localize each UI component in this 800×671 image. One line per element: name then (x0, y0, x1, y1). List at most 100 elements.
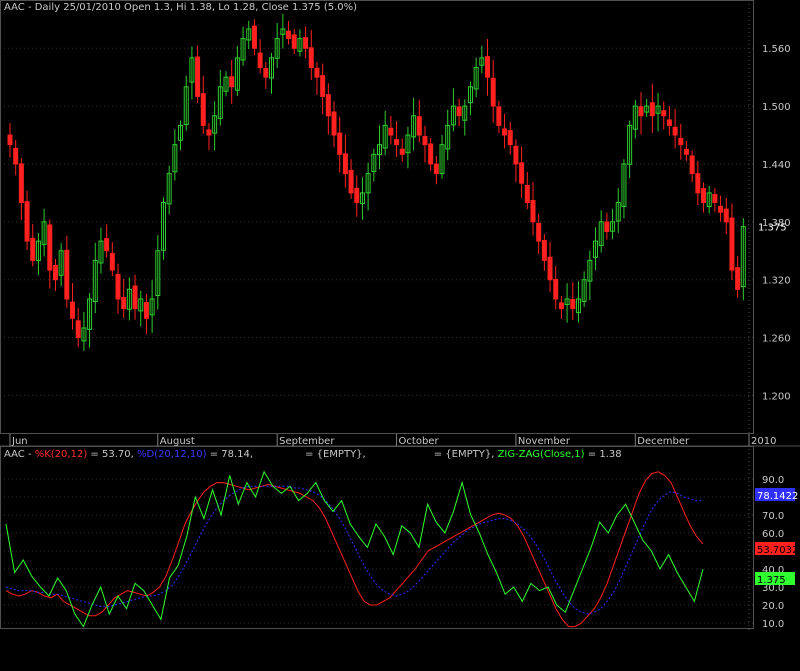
price-y-tick-label: 1.500 (762, 102, 791, 113)
candle-body (399, 148, 405, 155)
candle-body (519, 162, 525, 184)
candle-body (638, 106, 644, 117)
x-axis-label: 2010 (751, 436, 776, 447)
candle-body (115, 273, 121, 300)
candle-body (348, 169, 354, 194)
zigzag-value-badge-text: 1.375 (757, 575, 786, 586)
legend-k-value: = 53.70, (87, 449, 137, 460)
candle-body (342, 153, 348, 175)
candle-body (143, 302, 149, 319)
candle-body (30, 237, 36, 261)
candle-body (303, 37, 309, 49)
indicator-legend: AAC - %K(20,12) = 53.70, %D(20,12,10) = … (4, 449, 622, 460)
indicator-y-tick-label: 60.0 (762, 529, 784, 540)
candle-body (496, 106, 502, 126)
candle-body (502, 128, 508, 136)
price-y-tick-label: 1.260 (762, 334, 791, 345)
candle-body (558, 302, 564, 310)
legend-k-name: %K(20,12) (34, 449, 88, 460)
candle-body (13, 147, 19, 165)
indicator-y-tick-label: 10.0 (762, 619, 784, 630)
candle-body (308, 47, 314, 69)
candle-body (337, 132, 343, 155)
x-axis-label: Jun (11, 436, 28, 447)
candle-body (195, 56, 201, 97)
legend-empty-1: = {EMPTY}, (305, 449, 366, 460)
candle-body (394, 139, 400, 146)
candle-body (729, 217, 735, 271)
indicator-panel-frame (0, 446, 754, 629)
candle-body (251, 25, 257, 49)
candle-body (263, 67, 269, 78)
candle-body (678, 137, 684, 146)
candle-body (206, 129, 212, 136)
candle-body (723, 208, 729, 223)
candle-body (541, 239, 547, 261)
candle-body (536, 222, 542, 242)
candle-body (666, 119, 672, 126)
candle-body (52, 265, 58, 281)
x-axis-label: September (279, 436, 335, 447)
candle-body (485, 56, 491, 78)
candle-body (689, 155, 695, 175)
candle-body (64, 249, 70, 300)
candle-body (229, 76, 235, 88)
indicator-y-tick-label: 20.0 (762, 601, 784, 612)
candle-body (200, 93, 206, 126)
candle-body (490, 77, 496, 107)
candle-body (47, 224, 53, 271)
candle-body (661, 110, 667, 117)
x-axis-label: December (637, 436, 690, 447)
price-y-tick-label: 1.560 (762, 44, 791, 55)
x-axis-label: October (399, 436, 440, 447)
candle-body (70, 301, 76, 319)
legend-d-name: %D(20,12,10) (136, 449, 207, 460)
series-zigzag-line (5, 470, 704, 628)
candle-body (325, 94, 331, 117)
candle-body (75, 320, 81, 339)
legend-zigzag-name: ZIG-ZAG(Close,1) (497, 449, 585, 460)
candle-body (524, 184, 530, 204)
price-panel-frame (0, 0, 754, 434)
d-value-badge-text: 78.1422 (757, 491, 798, 502)
indicator-y-tick-label: 90.0 (762, 475, 784, 486)
candle-body (291, 34, 297, 49)
indicator-y-tick-label: 70.0 (762, 511, 784, 522)
candle-body (121, 297, 127, 310)
candle-body (547, 256, 553, 281)
candle-body (718, 205, 724, 213)
candle-body (507, 130, 513, 146)
candle-body (286, 30, 292, 40)
legend-symbol: AAC - (4, 449, 35, 460)
candle-body (354, 187, 360, 204)
candle-body (257, 52, 263, 69)
x-axis-label: August (160, 436, 195, 447)
candle-body (7, 134, 13, 146)
price-y-tick-label: 1.200 (762, 391, 791, 402)
candle-body (320, 75, 326, 97)
candle-body (530, 200, 536, 223)
candle-body (433, 163, 439, 175)
x-axis-label: November (518, 436, 571, 447)
k-value-badge-text: 53.7032 (757, 545, 798, 556)
candle-body (416, 116, 422, 136)
candle-body (570, 298, 576, 310)
stock-chart[interactable]: 1.2001.2601.3201.3801.4401.5001.5601.375… (0, 0, 800, 671)
candle-body (735, 267, 741, 290)
candle-body (109, 252, 115, 271)
legend-zigzag-value: = 1.38 (584, 449, 622, 460)
candle-body (683, 148, 689, 155)
candle-body (513, 145, 519, 165)
candle-body (422, 136, 428, 146)
series-k-line (5, 471, 704, 628)
candle-body (428, 143, 434, 165)
price-chart-title: AAC - Daily 25/01/2010 Open 1.3, Hi 1.38… (4, 2, 358, 13)
candle-body (672, 126, 678, 136)
candle-body (104, 238, 110, 252)
candle-body (649, 102, 655, 117)
candle-body (331, 111, 337, 136)
candle-body (456, 106, 462, 117)
candle-body (701, 188, 707, 204)
candle-body (553, 278, 559, 300)
candle-body (24, 201, 30, 242)
